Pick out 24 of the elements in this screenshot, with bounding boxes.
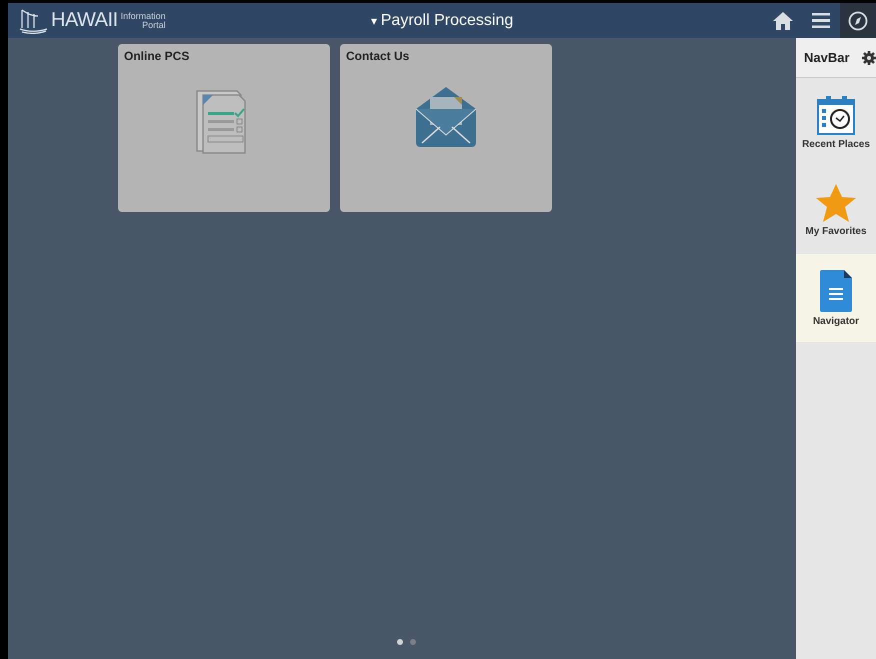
envelope-icon bbox=[416, 87, 476, 147]
compass-icon bbox=[848, 10, 868, 30]
logo-icon bbox=[18, 8, 48, 34]
star-icon bbox=[816, 184, 856, 222]
menu-icon bbox=[812, 13, 830, 28]
home-icon bbox=[773, 12, 793, 30]
logo-subtitle: Information bbox=[120, 12, 166, 20]
tile[interactable]: Online PCS bbox=[118, 44, 330, 212]
navbar-item[interactable]: Recent Places bbox=[796, 78, 876, 166]
navbar-title: NavBar bbox=[804, 50, 850, 65]
navbar-item[interactable]: Navigator bbox=[796, 254, 876, 342]
tile[interactable]: Contact Us bbox=[340, 44, 552, 212]
calendar-clock-icon bbox=[817, 94, 855, 134]
tile-title: Contact Us bbox=[346, 49, 410, 63]
navbar-item[interactable]: My Favorites bbox=[796, 166, 876, 254]
logo-subtitle: Portal bbox=[142, 20, 166, 30]
page-dot[interactable] bbox=[410, 639, 416, 645]
settings-icon[interactable] bbox=[862, 50, 876, 64]
page-dot[interactable] bbox=[396, 639, 402, 645]
page-title-menu[interactable]: ▾ Payroll Processing bbox=[370, 12, 514, 30]
tile-title: Online PCS bbox=[124, 49, 190, 63]
logo-text: HAWAII bbox=[51, 9, 118, 32]
document-icon bbox=[820, 270, 852, 312]
compass-button[interactable] bbox=[840, 3, 876, 38]
